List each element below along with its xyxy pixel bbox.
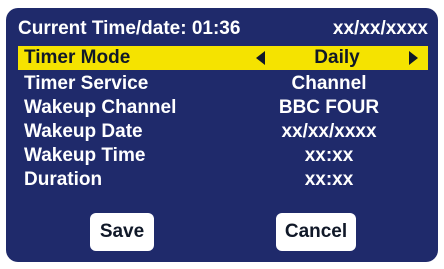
- timer-mode-row[interactable]: Timer Mode Daily: [18, 46, 428, 70]
- wakeup-time-label: Wakeup Time: [24, 145, 146, 166]
- cancel-button[interactable]: Cancel: [276, 213, 356, 251]
- timer-settings-panel: Current Time/date: 01:36 xx/xx/xxxx Time…: [6, 8, 438, 262]
- save-button[interactable]: Save: [90, 213, 154, 251]
- wakeup-date-label: Wakeup Date: [24, 121, 143, 142]
- duration-value: xx:xx: [304, 169, 354, 190]
- current-date-value: xx/xx/xxxx: [332, 18, 428, 39]
- wakeup-channel-row[interactable]: Wakeup Channel BBC FOUR: [18, 96, 428, 120]
- current-time-label: Current Time/date: 01:36: [18, 18, 241, 39]
- left-arrow-icon[interactable]: [256, 51, 265, 65]
- timer-service-value: Channel: [291, 73, 367, 94]
- wakeup-time-row[interactable]: Wakeup Time xx:xx: [18, 144, 428, 168]
- wakeup-channel-label: Wakeup Channel: [24, 97, 177, 118]
- header-bar: Current Time/date: 01:36 xx/xx/xxxx: [18, 16, 428, 42]
- right-arrow-icon[interactable]: [408, 51, 418, 65]
- timer-mode-selector[interactable]: Daily: [234, 47, 428, 69]
- timer-mode-label: Timer Mode: [24, 47, 131, 68]
- timer-service-row[interactable]: Timer Service Channel: [18, 72, 428, 96]
- timer-service-label: Timer Service: [24, 73, 149, 94]
- wakeup-date-row[interactable]: Wakeup Date xx/xx/xxxx: [18, 120, 428, 144]
- duration-row[interactable]: Duration xx:xx: [18, 168, 428, 192]
- wakeup-time-value: xx:xx: [304, 145, 354, 166]
- timer-mode-value: Daily: [314, 47, 360, 68]
- wakeup-date-value: xx/xx/xxxx: [281, 121, 377, 142]
- duration-label: Duration: [24, 169, 103, 190]
- wakeup-channel-value: BBC FOUR: [278, 97, 380, 118]
